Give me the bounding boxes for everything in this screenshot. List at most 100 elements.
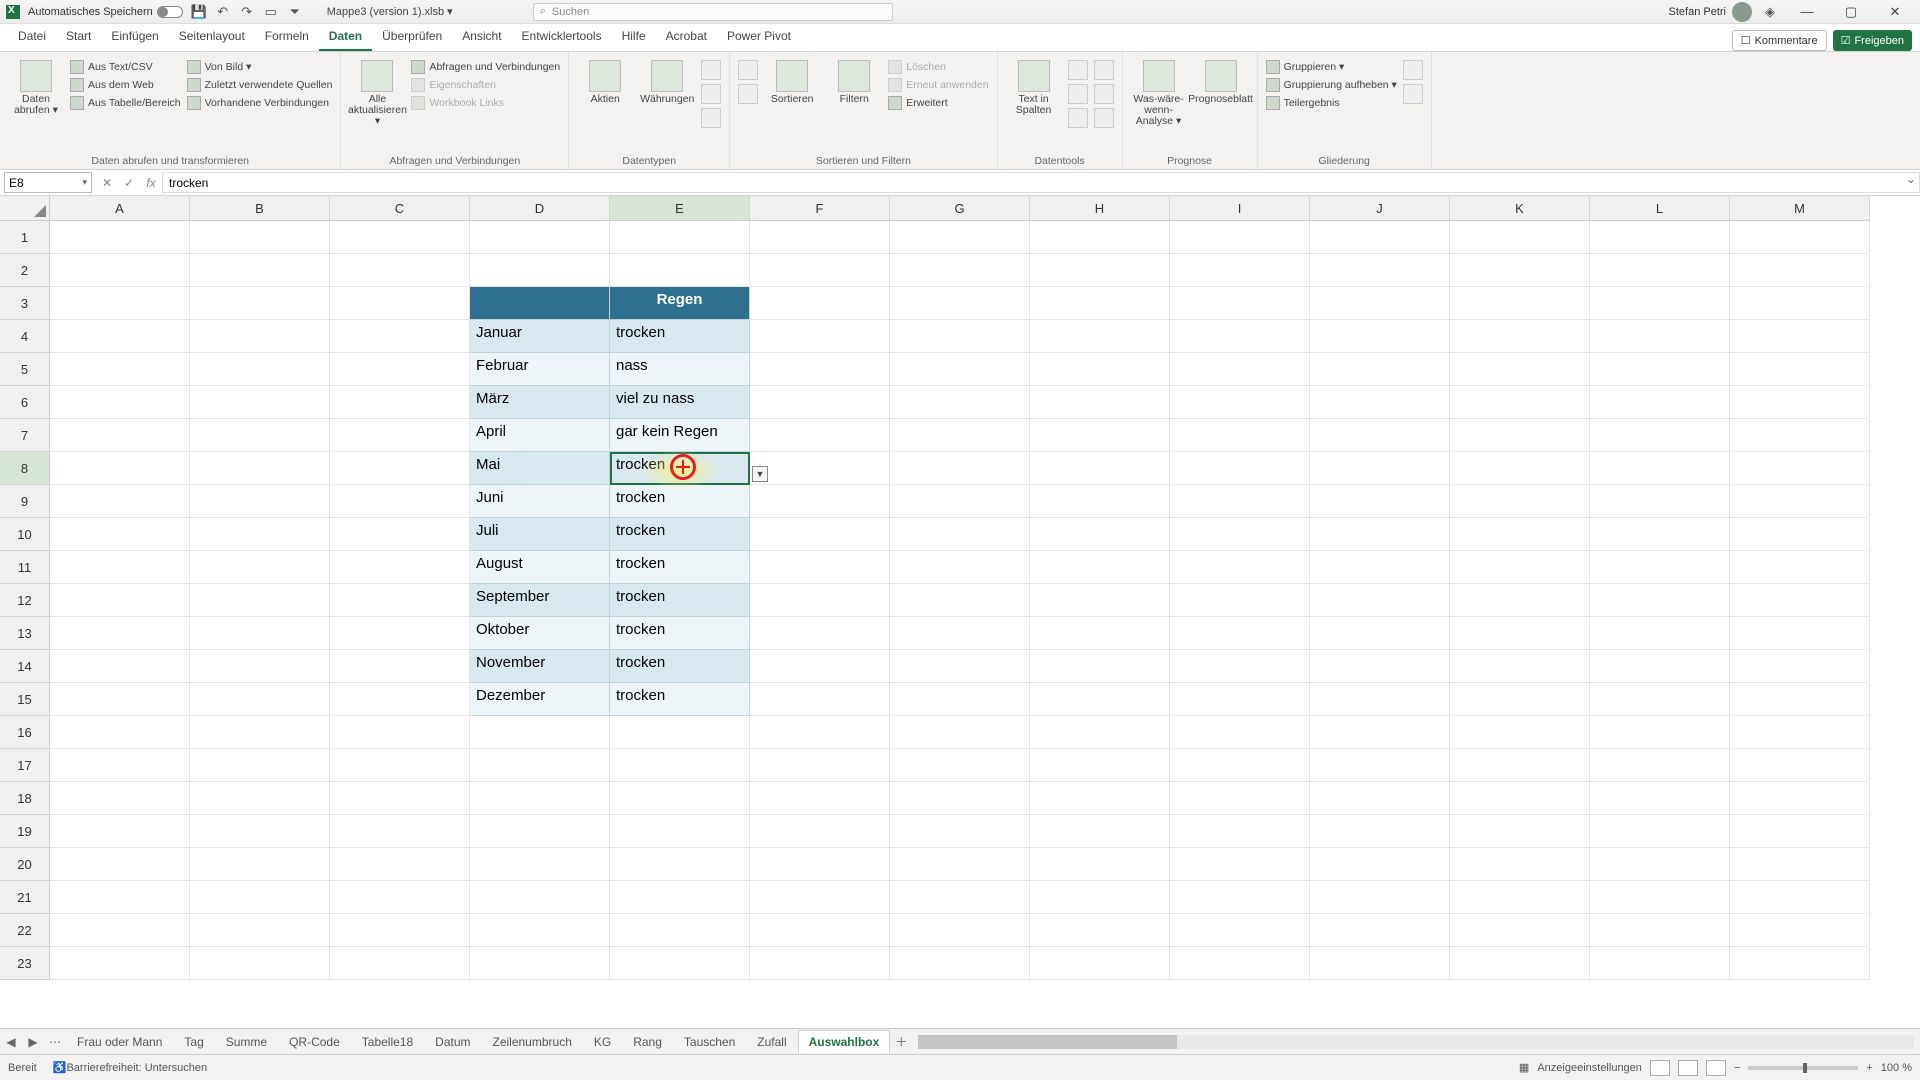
cell[interactable] xyxy=(1170,353,1310,386)
cell[interactable] xyxy=(1310,617,1450,650)
cell[interactable] xyxy=(1170,815,1310,848)
ribbon-item[interactable]: Gruppieren ▾ xyxy=(1266,60,1397,74)
cell[interactable] xyxy=(1450,716,1590,749)
datatype-prev[interactable] xyxy=(701,60,721,80)
cell[interactable] xyxy=(1030,452,1170,485)
cell[interactable] xyxy=(190,716,330,749)
cell[interactable] xyxy=(190,683,330,716)
cell[interactable] xyxy=(1030,518,1170,551)
cell[interactable] xyxy=(1730,254,1870,287)
row-header[interactable]: 13 xyxy=(0,617,50,650)
cell[interactable] xyxy=(50,518,190,551)
cell[interactable] xyxy=(50,584,190,617)
sheet-tab[interactable]: KG xyxy=(583,1030,622,1053)
outline-hide-button[interactable] xyxy=(1403,84,1423,104)
sheet-tab[interactable]: Datum xyxy=(424,1030,481,1053)
cell[interactable]: trocken xyxy=(610,485,750,518)
column-header[interactable]: D xyxy=(470,196,610,221)
cell[interactable] xyxy=(1450,584,1590,617)
cell[interactable] xyxy=(890,287,1030,320)
cell[interactable] xyxy=(1730,584,1870,617)
cell[interactable]: gar kein Regen xyxy=(610,419,750,452)
share-button[interactable]: ☑ Freigeben xyxy=(1833,30,1912,51)
cell[interactable] xyxy=(1730,518,1870,551)
cell[interactable] xyxy=(1730,914,1870,947)
cell[interactable] xyxy=(1030,749,1170,782)
cell[interactable] xyxy=(50,947,190,980)
cell[interactable] xyxy=(1310,914,1450,947)
cell[interactable]: September xyxy=(470,584,610,617)
cell[interactable] xyxy=(1590,584,1730,617)
cell[interactable] xyxy=(50,848,190,881)
cell[interactable] xyxy=(890,419,1030,452)
column-header[interactable]: H xyxy=(1030,196,1170,221)
cell[interactable] xyxy=(1310,584,1450,617)
cell[interactable] xyxy=(1590,749,1730,782)
cell[interactable] xyxy=(890,386,1030,419)
cell[interactable] xyxy=(330,386,470,419)
zoom-in-icon[interactable]: + xyxy=(1866,1062,1872,1074)
ribbon-item[interactable]: Aus Tabelle/Bereich xyxy=(70,96,181,110)
cell[interactable]: August xyxy=(470,551,610,584)
cell[interactable] xyxy=(330,518,470,551)
avatar[interactable] xyxy=(1732,2,1752,22)
cell[interactable] xyxy=(190,485,330,518)
cell[interactable] xyxy=(750,353,890,386)
cell[interactable] xyxy=(1730,287,1870,320)
cell[interactable] xyxy=(1310,320,1450,353)
row-header[interactable]: 2 xyxy=(0,254,50,287)
cell[interactable] xyxy=(1030,287,1170,320)
cell[interactable] xyxy=(1310,254,1450,287)
name-box[interactable]: E8 xyxy=(4,172,92,193)
cell[interactable] xyxy=(1450,617,1590,650)
cell[interactable] xyxy=(1310,683,1450,716)
cell[interactable]: trocken xyxy=(610,683,750,716)
consolidate-button[interactable] xyxy=(1094,60,1114,80)
sheet-tab[interactable]: Tauschen xyxy=(673,1030,746,1053)
cell[interactable] xyxy=(190,254,330,287)
cell[interactable] xyxy=(1170,518,1310,551)
row-header[interactable]: 1 xyxy=(0,221,50,254)
remove-dup-button[interactable] xyxy=(1068,84,1088,104)
column-header[interactable]: E xyxy=(610,196,750,221)
cell[interactable] xyxy=(1030,617,1170,650)
cell[interactable] xyxy=(190,914,330,947)
datatype-next[interactable] xyxy=(701,84,721,104)
cell[interactable] xyxy=(50,650,190,683)
cell[interactable]: Dezember xyxy=(470,683,610,716)
sheet-tab[interactable]: Zufall xyxy=(746,1030,797,1053)
cell[interactable] xyxy=(330,683,470,716)
camera-icon[interactable]: ▭ xyxy=(262,3,280,21)
cell[interactable] xyxy=(750,815,890,848)
row-header[interactable]: 7 xyxy=(0,419,50,452)
cell[interactable] xyxy=(1590,716,1730,749)
ribbon-item[interactable]: Gruppierung aufheben ▾ xyxy=(1266,78,1397,92)
cell[interactable] xyxy=(50,452,190,485)
comments-button[interactable]: ☐ Kommentare xyxy=(1732,30,1827,51)
sheet-tab[interactable]: Tag xyxy=(173,1030,214,1053)
cell[interactable] xyxy=(1730,386,1870,419)
cell[interactable] xyxy=(1450,452,1590,485)
ribbon-tab-daten[interactable]: Daten xyxy=(319,23,372,51)
cell[interactable] xyxy=(1310,716,1450,749)
text-to-columns-button[interactable]: Text in Spalten xyxy=(1006,56,1062,116)
new-sheet-icon[interactable]: ＋ xyxy=(890,1033,912,1050)
sort-za-button[interactable] xyxy=(738,84,758,104)
sheet-tab[interactable]: Tabelle18 xyxy=(351,1030,424,1053)
row-header[interactable]: 23 xyxy=(0,947,50,980)
row-header[interactable]: 14 xyxy=(0,650,50,683)
cell[interactable]: trocken xyxy=(610,518,750,551)
cell[interactable] xyxy=(50,815,190,848)
ribbon-item[interactable]: Erweitert xyxy=(888,96,988,110)
cell[interactable] xyxy=(470,749,610,782)
cell[interactable] xyxy=(1590,947,1730,980)
row-header[interactable]: 10 xyxy=(0,518,50,551)
cell[interactable] xyxy=(1310,815,1450,848)
cell[interactable] xyxy=(330,716,470,749)
row-header[interactable]: 11 xyxy=(0,551,50,584)
cell[interactable] xyxy=(1450,914,1590,947)
zoom-slider[interactable] xyxy=(1748,1066,1858,1070)
cell[interactable] xyxy=(50,419,190,452)
zoom-out-icon[interactable]: − xyxy=(1734,1062,1740,1074)
document-name[interactable]: Mappe3 (version 1).xlsb ▾ xyxy=(327,5,453,18)
